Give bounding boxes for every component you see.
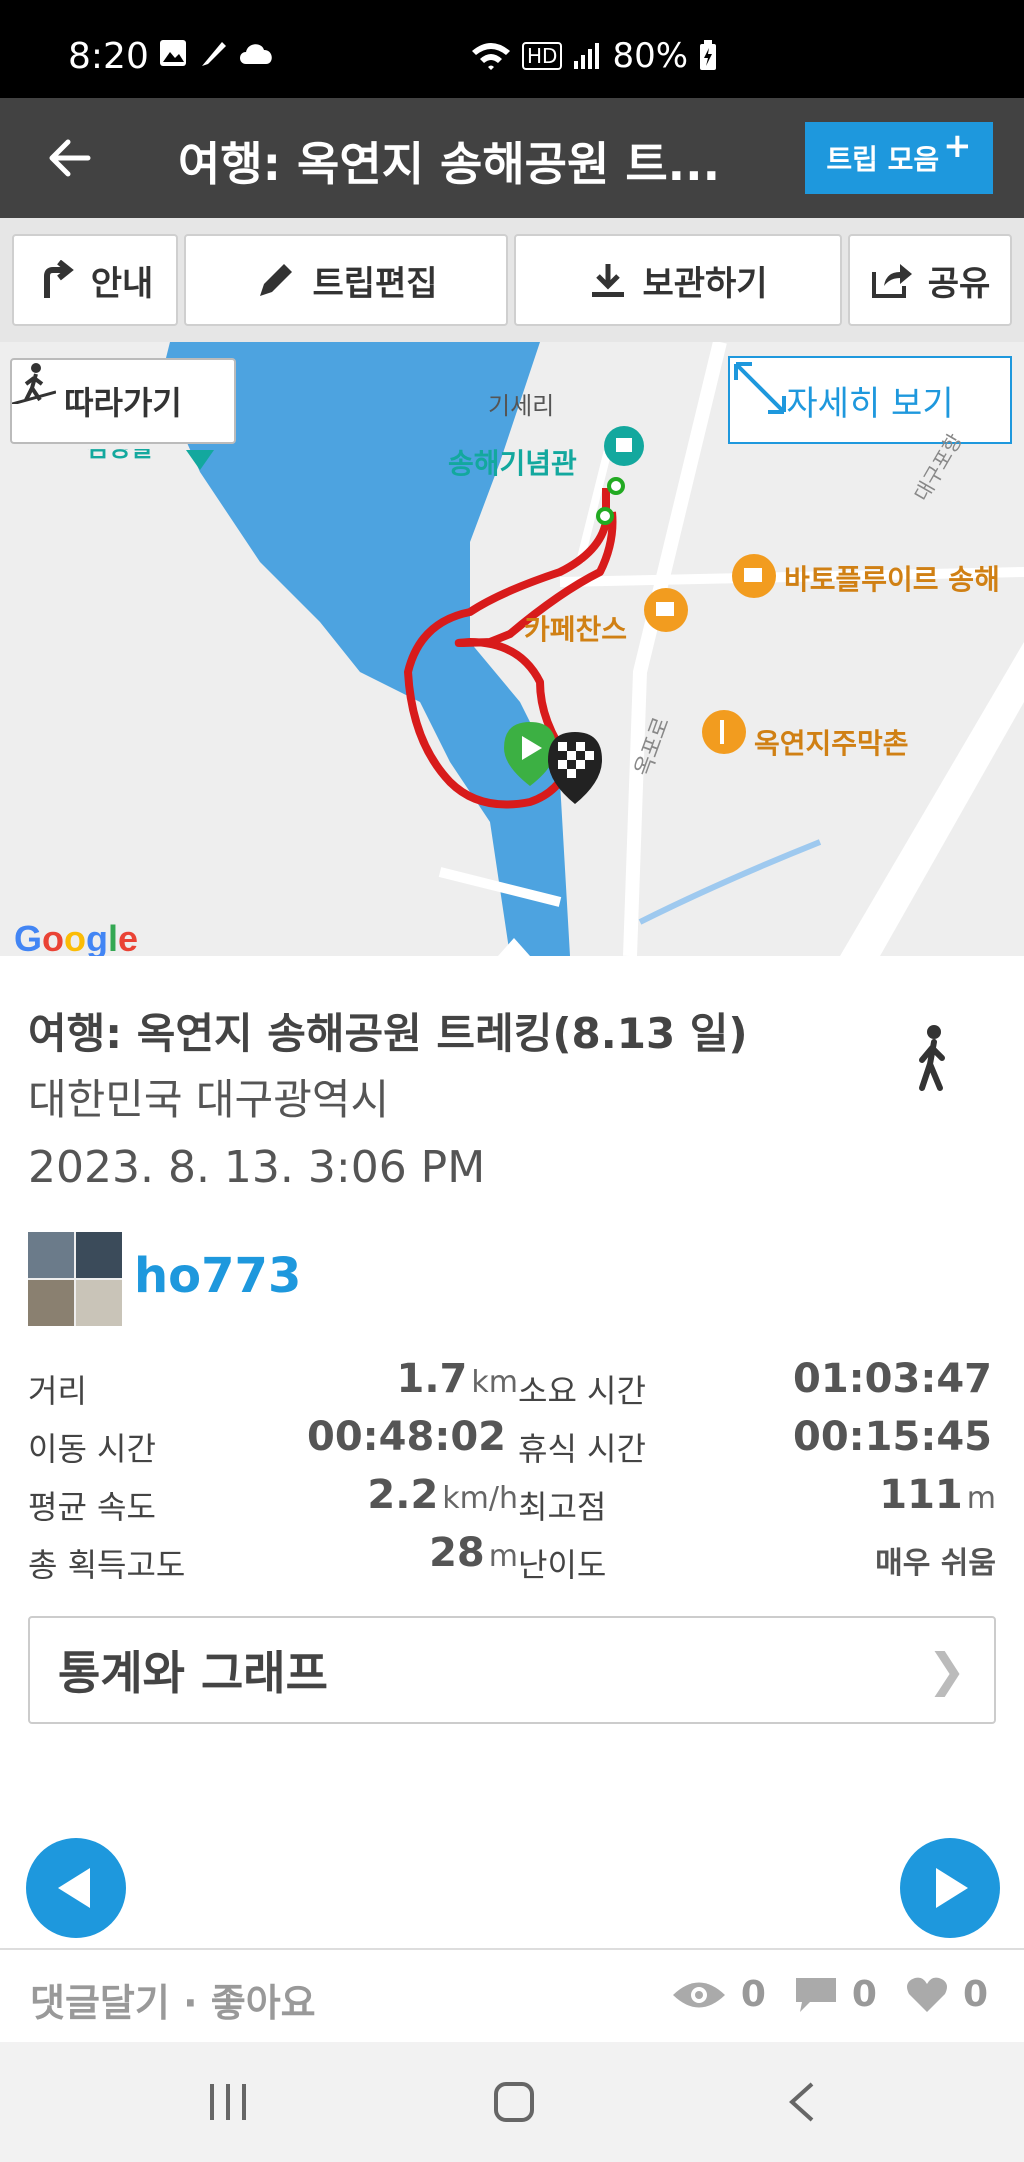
follow-button[interactable]: 따라가기 [10, 358, 236, 444]
save-button[interactable]: 보관하기 [514, 234, 842, 326]
triangle-right-icon [936, 1868, 968, 1908]
expand-icon [734, 362, 786, 414]
share-label: 공유 [927, 263, 991, 304]
moving-time-label: 이동 시간 [28, 1430, 156, 1468]
map-label-cafe1: 바토플루이르 송해 [784, 563, 1000, 596]
next-trip-button[interactable] [900, 1838, 1000, 1938]
battery-percent: 80% [612, 36, 689, 76]
status-bar: 8:20 HD 80% [0, 0, 1024, 98]
eye-icon [672, 1982, 725, 2007]
cafe-pin-icon [732, 554, 776, 598]
google-attribution: Google [14, 918, 139, 956]
edit-trip-label: 트립편집 [312, 263, 438, 304]
duration-label: 소요 시간 [518, 1372, 646, 1410]
map-label-memorial: 송해기념관 [448, 447, 577, 480]
map-label-restaurant: 옥연지주막촌 [754, 727, 909, 760]
save-label: 보관하기 [642, 263, 768, 304]
difficulty-label: 난이도 [518, 1546, 607, 1584]
heart-icon[interactable] [905, 1976, 949, 2014]
username-link[interactable]: ho773 [134, 1248, 301, 1304]
status-time: 8:20 [68, 36, 149, 77]
follow-label: 따라가기 [64, 384, 182, 422]
comment-count: 0 [851, 1974, 877, 2015]
share-button[interactable]: 공유 [848, 234, 1012, 326]
map-label-cafe2: 카페찬스 [524, 613, 628, 646]
rest-time-value: 00:15:45 [793, 1414, 992, 1460]
feather-icon [202, 42, 226, 66]
rest-time-label: 휴식 시간 [518, 1430, 646, 1468]
max-altitude-value: 111 m [879, 1472, 996, 1518]
view-count: 0 [740, 1974, 766, 2015]
recent-apps-icon[interactable] [206, 2082, 250, 2122]
status-right: HD 80% [470, 36, 718, 76]
like-count: 0 [962, 1974, 988, 2015]
back-icon[interactable] [784, 2082, 820, 2122]
walking-icon [919, 1025, 945, 1091]
trip-title: 여행: 옥연지 송해공원 트레킹(8.13 일) [28, 1009, 748, 1058]
edit-trip-button[interactable]: 트립편집 [184, 234, 508, 326]
moving-time-value: 00:48:02 [307, 1414, 506, 1460]
hiker-icon [12, 363, 56, 404]
comment-footer: 댓글달기 · 좋아요 0 0 0 [0, 1948, 1024, 2042]
pencil-icon [260, 264, 293, 296]
home-icon[interactable] [492, 2080, 536, 2124]
guide-label: 안내 [90, 263, 154, 304]
distance-label: 거리 [28, 1372, 87, 1410]
previous-trip-button[interactable] [26, 1838, 126, 1938]
stats-graph-label: 통계와 그래프 [58, 1646, 328, 1700]
avg-speed-label: 평균 속도 [28, 1488, 156, 1526]
highway [840, 642, 1024, 956]
counts: 0 0 0 [671, 1974, 988, 2015]
comment-like-link[interactable]: 댓글달기 · 좋아요 [30, 1972, 316, 2027]
system-nav-bar [0, 2042, 1024, 2162]
trip-collection-button[interactable]: 트립 모음 + [805, 122, 993, 194]
restaurant-pin-icon [702, 710, 746, 754]
app-bar: 여행: 옥연지 송해공원 트... 트립 모음 + [0, 98, 1024, 218]
hd-icon: HD [522, 42, 563, 70]
wifi-icon [472, 43, 510, 70]
max-altitude-label: 최고점 [518, 1488, 607, 1526]
chevron-right-icon: ❯ [927, 1643, 966, 1697]
detail-view-button[interactable]: 자세히 보기 [728, 356, 1012, 444]
distance-value: 1.7 km [396, 1356, 518, 1402]
map-label-area: 기세리 [488, 392, 555, 420]
triangle-left-icon [58, 1868, 90, 1908]
back-arrow-icon[interactable] [44, 132, 96, 184]
duration-value: 01:03:47 [793, 1356, 992, 1402]
map-view[interactable]: 따라가기 자세히 보기 기세리 송해기념관 바토플루이르 송해 카페찬스 옥연지… [0, 342, 1024, 956]
stats-graph-button[interactable]: 통계와 그래프 ❯ [28, 1616, 996, 1724]
detail-view-label: 자세히 보기 [786, 383, 954, 424]
cloud-icon [240, 44, 272, 64]
page-title: 여행: 옥연지 송해공원 트... [178, 137, 718, 191]
difficulty-value: 매우 쉬움 [875, 1546, 996, 1581]
cafe-pin-icon [644, 588, 688, 632]
plus-icon: + [943, 126, 972, 166]
trip-location: 대한민국 대구광역시 [28, 1075, 390, 1124]
avg-speed-value: 2.2 km/h [367, 1472, 518, 1518]
road [623, 342, 727, 956]
stream [638, 839, 822, 925]
signal-icon [574, 43, 600, 69]
user-avatar[interactable] [28, 1232, 122, 1326]
guide-button[interactable]: 안내 [12, 234, 178, 326]
turn-arrow-icon [43, 260, 74, 298]
route-waypoint [596, 507, 614, 525]
memorial-pin-icon [604, 426, 644, 466]
battery-icon [700, 40, 717, 70]
route-waypoint [607, 477, 625, 495]
trip-datetime: 2023. 8. 13. 3:06 PM [28, 1142, 486, 1193]
share-icon [871, 264, 912, 298]
gallery-icon [160, 40, 186, 66]
action-toolbar: 안내 트립편집 보관하기 공유 [0, 218, 1024, 342]
download-icon [592, 264, 625, 297]
elevation-gain-value: 28 m [429, 1530, 518, 1576]
elevation-gain-label: 총 획득고도 [28, 1546, 186, 1584]
comment-icon[interactable] [794, 1976, 838, 2014]
trip-collection-label: 트립 모음 [826, 143, 940, 176]
